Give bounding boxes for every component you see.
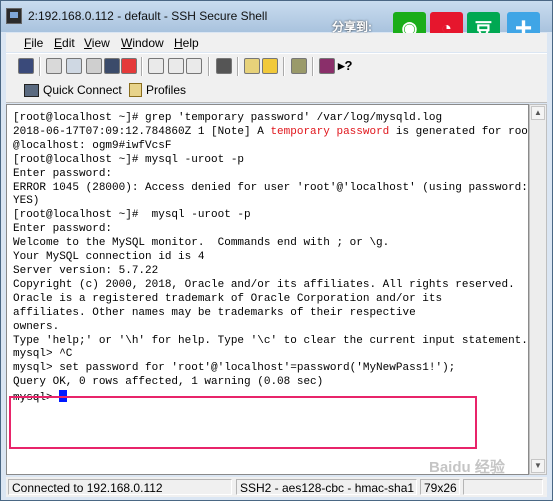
toolbar-separator (312, 57, 314, 76)
terminal-line: 2018-06-17T07:09:12.784860Z 1 [Note] A t… (13, 125, 529, 138)
connection-status: Connected to 192.168.0.112 (8, 479, 232, 495)
terminal-app-icon (6, 8, 22, 24)
new-terminal-icon[interactable] (86, 58, 102, 74)
print-preview-icon[interactable] (66, 58, 82, 74)
terminal-line: mysql> ^C (13, 348, 73, 361)
terminal-line: Enter password: (13, 223, 113, 236)
terminal-line: ERROR 1045 (28000): Access denied for us… (13, 181, 528, 194)
toolbar: ▸? (6, 53, 547, 80)
terminal-line: affiliates. Other names may be trademark… (13, 306, 416, 319)
help-icon[interactable]: ▸? (338, 58, 354, 74)
terminal-line: Enter password: (13, 167, 113, 180)
paste-icon[interactable] (168, 58, 184, 74)
terminal-line: [root@localhost ~]# mysql -uroot -p (13, 209, 251, 222)
ssh-window: 2:192.168.0.112 - default - SSH Secure S… (0, 0, 553, 501)
status-empty-panel (463, 479, 543, 495)
menu-view[interactable]: View (84, 36, 110, 50)
scroll-down-button[interactable]: ▼ (531, 459, 545, 473)
terminal-line: mysql> set password for 'root'@'localhos… (13, 362, 456, 375)
print-icon[interactable] (46, 58, 62, 74)
settings-icon[interactable] (291, 58, 307, 74)
terminal-line: Oracle is a registered trademark of Orac… (13, 292, 443, 305)
paste-special-icon[interactable] (186, 58, 202, 74)
annotation-highlight-box (9, 396, 477, 449)
terminal-size-status: 79x26 (420, 479, 460, 495)
highlighted-text: temporary password (270, 125, 390, 138)
terminal-line: owners. (13, 320, 60, 333)
toolbar-separator (141, 57, 143, 76)
profiles-button[interactable]: Profiles (129, 81, 186, 99)
baidu-watermark: Baidu 经验 (429, 459, 505, 476)
quick-connect-label: Quick Connect (43, 83, 122, 97)
menu-file[interactable]: File (24, 36, 43, 50)
quick-connect-bar: Quick Connect Profiles (6, 79, 547, 103)
copy-icon[interactable] (148, 58, 164, 74)
toolbar-separator (39, 57, 41, 76)
find-icon[interactable] (216, 58, 232, 74)
save-icon[interactable] (18, 58, 34, 74)
vertical-scrollbar[interactable]: ▲ ▼ (529, 104, 547, 475)
terminal-line: Type 'help;' or '\h' for help. Type '\c'… (13, 334, 528, 347)
menu-help[interactable]: Help (174, 36, 199, 50)
terminal-lines: [root@localhost ~]# grep 'temporary pass… (13, 112, 529, 406)
menu-bar: File Edit View Window Help (6, 33, 547, 52)
key-icon[interactable] (319, 58, 335, 74)
status-bar: Connected to 192.168.0.112 SSH2 - aes128… (6, 477, 547, 497)
terminal-line: Copyright (c) 2000, 2018, Oracle and/or … (13, 278, 515, 291)
toolbar-separator (283, 57, 285, 76)
menu-edit[interactable]: Edit (54, 36, 75, 50)
terminal-line: @localhost: ogm9#iwfVcsF (13, 139, 172, 152)
profiles-label: Profiles (146, 83, 187, 97)
terminal-line: Server version: 5.7.22 (13, 264, 159, 277)
terminal-line: Welcome to the MySQL monitor. Commands e… (13, 237, 390, 250)
toolbar-separator (208, 57, 210, 76)
scroll-up-button[interactable]: ▲ (531, 106, 545, 120)
stop-icon[interactable] (121, 58, 137, 74)
folder-icon (129, 83, 142, 97)
quick-connect-button[interactable]: Quick Connect (24, 81, 122, 99)
window-title: 2:192.168.0.112 - default - SSH Secure S… (28, 9, 268, 23)
terminal-line: [root@localhost ~]# grep 'temporary pass… (13, 112, 443, 124)
terminal-line: YES) (13, 195, 40, 208)
disconnect-icon[interactable] (104, 58, 120, 74)
menu-window[interactable]: Window (121, 36, 164, 50)
terminal-line: Your MySQL connection id is 4 (13, 251, 205, 264)
terminal-output[interactable]: [root@localhost ~]# grep 'temporary pass… (6, 104, 529, 475)
new-file-transfer-icon[interactable] (244, 58, 260, 74)
computer-icon (24, 83, 39, 97)
toolbar-separator (237, 57, 239, 76)
terminal-line: Query OK, 0 rows affected, 1 warning (0.… (13, 376, 324, 389)
cipher-status: SSH2 - aes128-cbc - hmac-sha1 (236, 479, 417, 495)
file-transfer-icon[interactable] (262, 58, 278, 74)
title-bar[interactable]: 2:192.168.0.112 - default - SSH Secure S… (1, 1, 552, 45)
terminal-line: [root@localhost ~]# mysql -uroot -p (13, 153, 245, 166)
